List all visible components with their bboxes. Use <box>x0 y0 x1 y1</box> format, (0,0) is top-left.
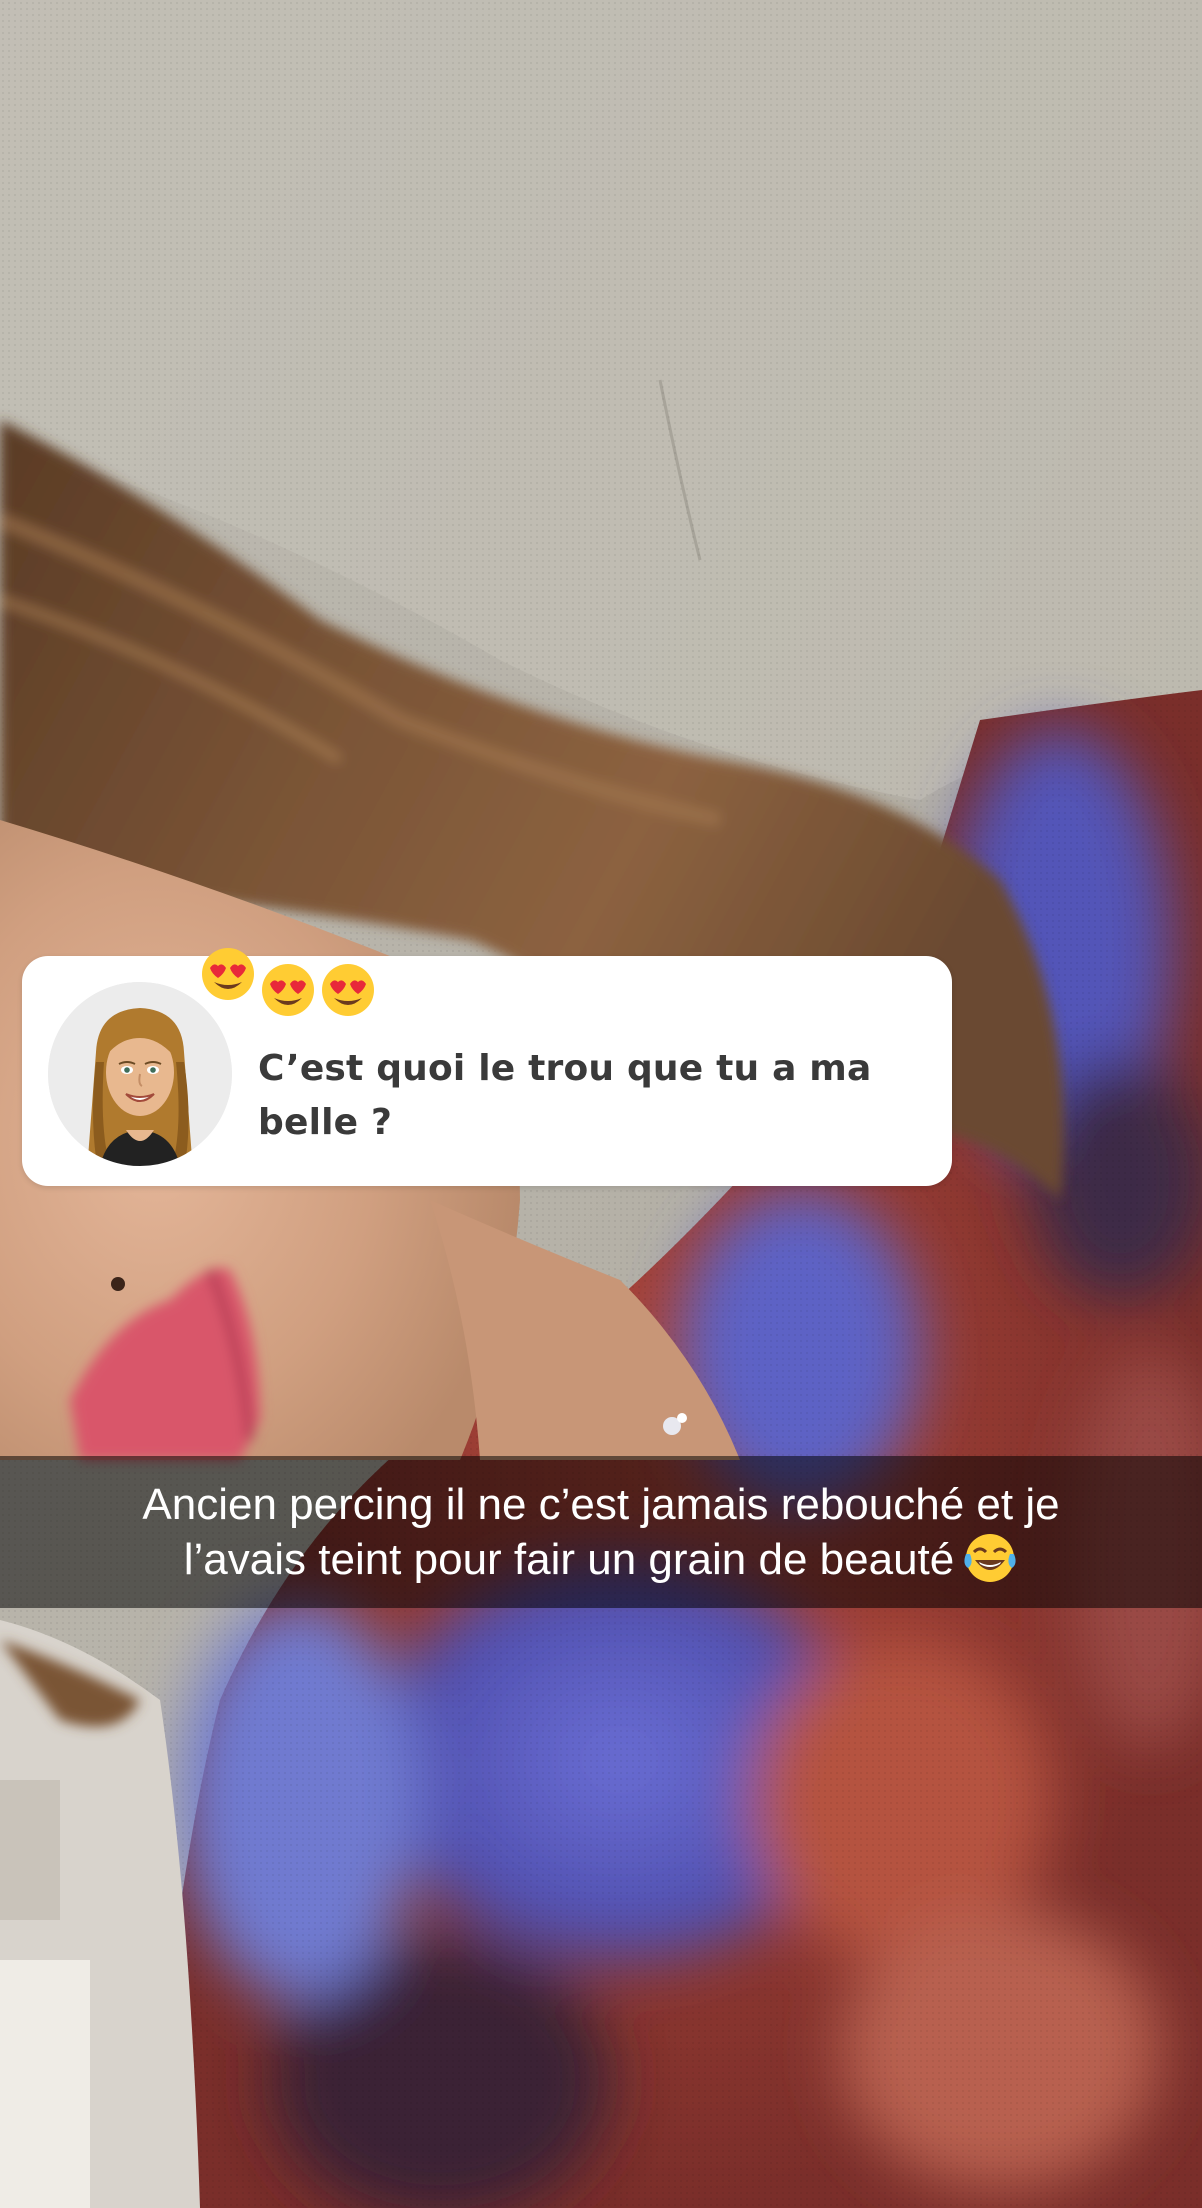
heart-eyes-emoji-icon <box>202 948 254 1000</box>
heart-eyes-emoji-icon <box>262 964 314 1016</box>
heart-eyes-emoji-group <box>200 942 400 1022</box>
tears-of-joy-emoji-icon <box>964 1534 1016 1582</box>
caption-line-1: Ancien percing il ne c’est jamais rebouc… <box>142 1480 1060 1529</box>
caption-text: Ancien percing il ne c’est jamais rebouc… <box>40 1477 1162 1587</box>
question-line-1: C’est quoi le trou que tu a ma <box>258 1048 872 1089</box>
heart-eyes-emoji-icon <box>322 964 374 1016</box>
question-line-2: belle ? <box>258 1102 393 1143</box>
caption-bar[interactable]: Ancien percing il ne c’est jamais rebouc… <box>0 1456 1202 1608</box>
caption-line-2: l’avais teint pour fair un grain de beau… <box>183 1535 955 1584</box>
reply-sticker-card[interactable]: C’est quoi le trou que tu a ma belle ? <box>22 948 952 1186</box>
reply-question-text: C’est quoi le trou que tu a ma belle ? <box>258 1042 898 1150</box>
